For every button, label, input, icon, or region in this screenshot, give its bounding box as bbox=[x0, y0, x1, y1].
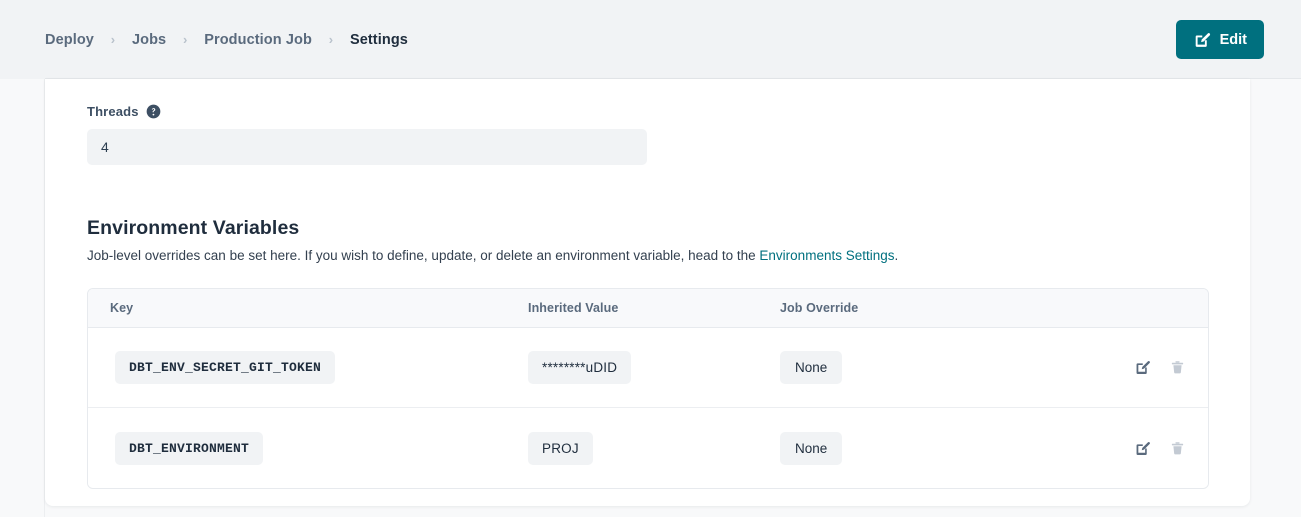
environments-settings-link[interactable]: Environments Settings bbox=[759, 248, 894, 263]
table-row: DBT_ENVIRONMENT PROJ None bbox=[88, 408, 1208, 488]
breadcrumb-item-deploy[interactable]: Deploy bbox=[45, 32, 94, 48]
table-header-row: Key Inherited Value Job Override bbox=[88, 289, 1208, 328]
row-delete-button[interactable] bbox=[1169, 440, 1186, 457]
job-override-chip: None bbox=[780, 432, 842, 465]
row-edit-button[interactable] bbox=[1134, 440, 1151, 457]
trash-icon bbox=[1169, 364, 1186, 379]
inherited-value-chip: ********uDID bbox=[528, 351, 631, 384]
top-header-bar: Deploy › Jobs › Production Job › Setting… bbox=[0, 0, 1301, 79]
cell-job-override: None bbox=[780, 432, 1080, 465]
threads-label-row: Threads bbox=[87, 104, 1209, 119]
description-text-before: Job-level overrides can be set here. If … bbox=[87, 248, 759, 263]
breadcrumb-item-jobs[interactable]: Jobs bbox=[132, 32, 166, 48]
help-circle-icon[interactable] bbox=[146, 104, 161, 119]
table-header-cell-key: Key bbox=[88, 301, 528, 315]
settings-card: Threads 4 Environment Variables Job-leve… bbox=[45, 79, 1250, 506]
cell-actions bbox=[1080, 440, 1208, 457]
header-left-rail bbox=[0, 0, 45, 79]
table-header-cell-job-override: Job Override bbox=[780, 301, 1080, 315]
breadcrumb-item-settings[interactable]: Settings bbox=[350, 32, 408, 48]
column-label-job-override: Job Override bbox=[780, 301, 858, 315]
cell-job-override: None bbox=[780, 351, 1080, 384]
edit-pencil-square-icon bbox=[1193, 31, 1211, 49]
cell-inherited-value: PROJ bbox=[528, 432, 780, 465]
chevron-right-icon: › bbox=[94, 32, 132, 47]
threads-label: Threads bbox=[87, 104, 139, 119]
cell-key: DBT_ENV_SECRET_GIT_TOKEN bbox=[88, 351, 528, 384]
table-row: DBT_ENV_SECRET_GIT_TOKEN ********uDID No… bbox=[88, 328, 1208, 408]
edit-button-label: Edit bbox=[1220, 32, 1247, 48]
edit-pencil-square-icon bbox=[1134, 445, 1151, 460]
breadcrumb: Deploy › Jobs › Production Job › Setting… bbox=[45, 0, 408, 79]
environment-variables-description: Job-level overrides can be set here. If … bbox=[87, 247, 1209, 265]
description-text-after: . bbox=[895, 248, 899, 263]
environment-variables-title: Environment Variables bbox=[87, 217, 1209, 240]
trash-icon bbox=[1169, 445, 1186, 460]
column-label-key: Key bbox=[110, 301, 133, 315]
cell-inherited-value: ********uDID bbox=[528, 351, 780, 384]
chevron-right-icon: › bbox=[166, 32, 204, 47]
chevron-right-icon: › bbox=[312, 32, 350, 47]
env-var-key-chip: DBT_ENVIRONMENT bbox=[115, 432, 263, 465]
cell-actions bbox=[1080, 359, 1208, 376]
breadcrumb-item-production-job[interactable]: Production Job bbox=[204, 32, 312, 48]
environment-variables-table: Key Inherited Value Job Override DBT_ENV… bbox=[87, 288, 1209, 489]
threads-input[interactable]: 4 bbox=[87, 129, 647, 165]
inherited-value-chip: PROJ bbox=[528, 432, 593, 465]
threads-value: 4 bbox=[101, 139, 109, 155]
column-label-inherited-value: Inherited Value bbox=[528, 301, 618, 315]
job-override-chip: None bbox=[780, 351, 842, 384]
cell-key: DBT_ENVIRONMENT bbox=[88, 432, 528, 465]
env-var-key-chip: DBT_ENV_SECRET_GIT_TOKEN bbox=[115, 351, 335, 384]
edit-button[interactable]: Edit bbox=[1176, 20, 1264, 59]
row-delete-button[interactable] bbox=[1169, 359, 1186, 376]
card-content: Threads 4 Environment Variables Job-leve… bbox=[87, 79, 1209, 489]
left-rail bbox=[0, 79, 45, 517]
table-header-cell-inherited-value: Inherited Value bbox=[528, 301, 780, 315]
row-edit-button[interactable] bbox=[1134, 359, 1151, 376]
edit-pencil-square-icon bbox=[1134, 364, 1151, 379]
